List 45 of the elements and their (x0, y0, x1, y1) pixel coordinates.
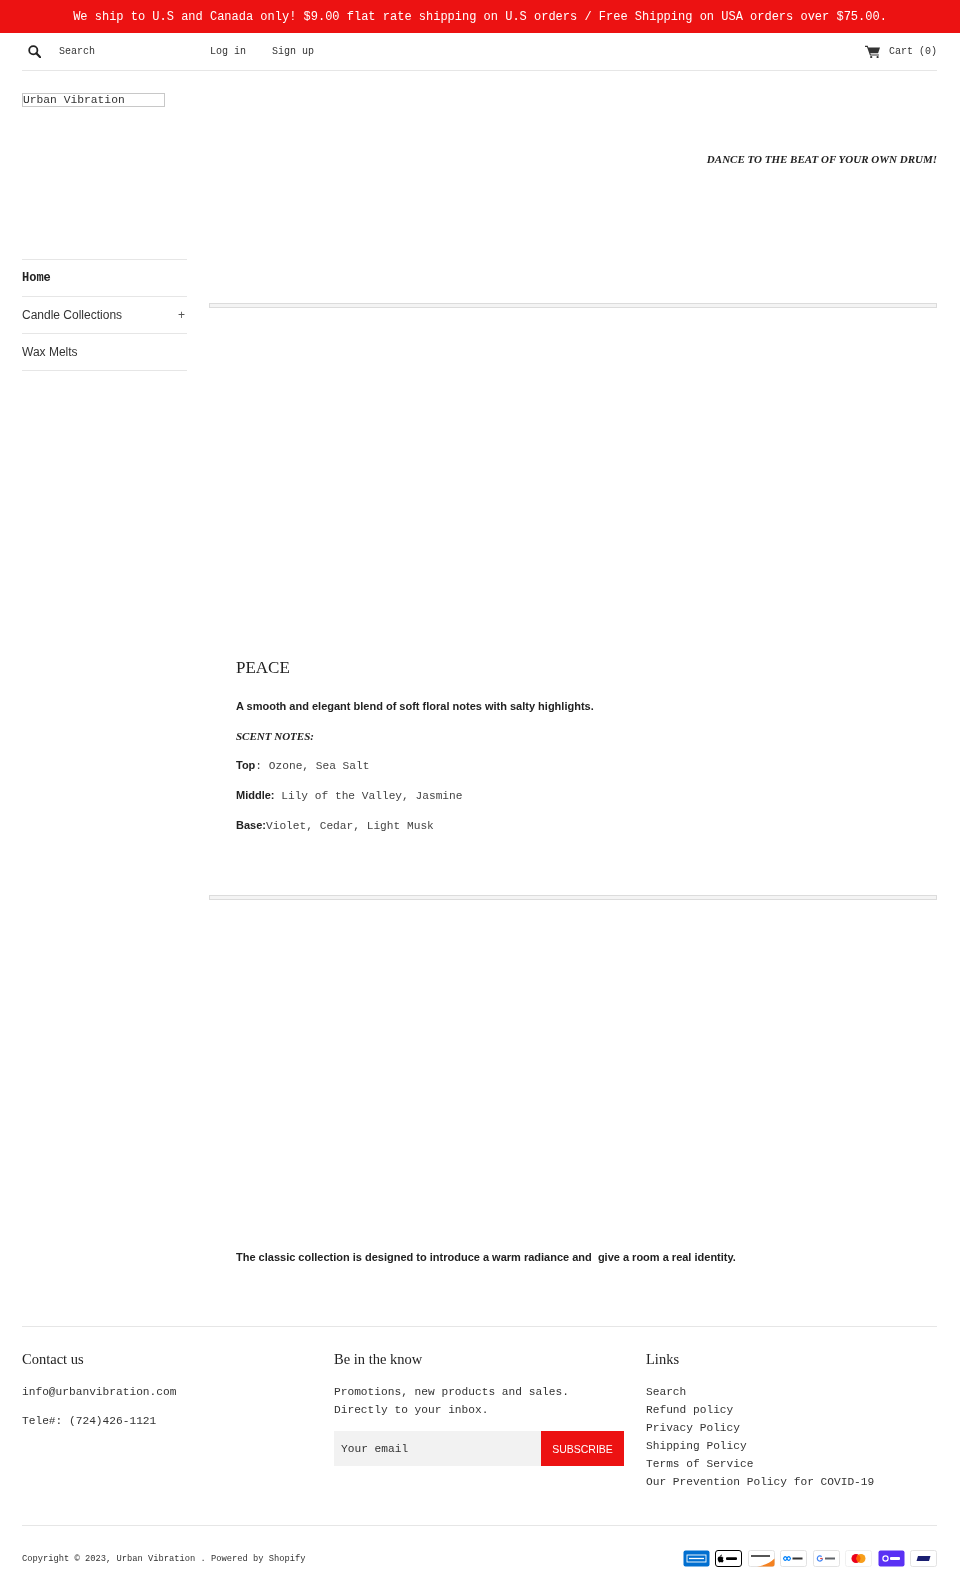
payment-card-icon (780, 1550, 807, 1567)
store-logo[interactable]: Urban Vibration (22, 93, 165, 107)
footer-heading: Links (646, 1350, 680, 1368)
email-field[interactable]: Your email (334, 1431, 541, 1466)
signup-link[interactable]: Sign up (272, 45, 315, 58)
nav-link[interactable]: Candle Collections (22, 308, 123, 322)
nav-link[interactable]: Home (22, 271, 51, 285)
collection-description: The classic collection is designed to introduce a warm radiance and give a room a real identity. (236, 1250, 736, 1264)
product-title: PEACE (236, 658, 290, 678)
footer-link[interactable]: Refund policy (646, 1404, 734, 1416)
tagline-text: DANCE TO THE BEAT OF YOUR OWN DRUM! (706, 153, 937, 165)
login-link[interactable]: Log in (210, 45, 246, 58)
newsletter-text: Promotions, new products and sales. Directly to your inbox. (334, 1385, 570, 1418)
footer-heading: Be in the know (334, 1350, 423, 1368)
cart-link[interactable]: Cart (0) (865, 45, 937, 58)
product-description: A smooth and elegant blend of soft floral notes with salty highlights. (236, 699, 594, 713)
payment-card-icon (812, 1550, 840, 1567)
contact-email: info@urbanvibration.com (22, 1385, 177, 1400)
expand-toggle[interactable]: + (178, 308, 187, 322)
copyright-text: Copyright © 2023, Urban Vibration . Powered by Shopify (22, 1552, 306, 1565)
subscribe-button[interactable]: SUBSCRIBE (541, 1431, 624, 1466)
footer-link[interactable]: Terms of Service (646, 1458, 754, 1470)
payment-card-icon (877, 1550, 905, 1567)
search-field[interactable]: Search (55, 43, 198, 60)
store-link[interactable]: Urban Vibration (116, 1553, 196, 1564)
scent-note: Middle: Lily of the Valley, Jasmine (236, 788, 463, 803)
cart-icon (865, 45, 880, 58)
scent-note: Base:Violet, Cedar, Light Musk (236, 818, 434, 833)
scent-note: Top: Ozone, Sea Salt (236, 758, 370, 773)
footer-link[interactable]: Search (646, 1386, 687, 1398)
payment-card-icon (747, 1550, 775, 1567)
footer-link[interactable]: Privacy Policy (646, 1422, 740, 1434)
nav-link[interactable]: Wax Melts (22, 345, 78, 359)
payment-card-icon (715, 1550, 742, 1567)
powered-by-link[interactable]: Powered by Shopify (211, 1553, 306, 1564)
contact-phone: Tele#: (724)426-1121 (22, 1414, 157, 1429)
scent-notes-heading: SCENT NOTES: (236, 729, 314, 743)
announcement-text: We ship to U.S and Canada only! $9.00 flat rate shipping on U.S orders / Free Shipping on USA orders over $75.00. (73, 9, 887, 24)
payment-card-icon (845, 1550, 872, 1567)
payment-card-icon (682, 1550, 710, 1567)
payment-card-icon (910, 1550, 937, 1567)
footer-heading: Contact us (22, 1350, 84, 1368)
footer-link[interactable]: Our Prevention Policy for COVID-19 (646, 1476, 875, 1488)
search-icon[interactable] (28, 45, 41, 58)
footer-link[interactable]: Shipping Policy (646, 1440, 747, 1452)
